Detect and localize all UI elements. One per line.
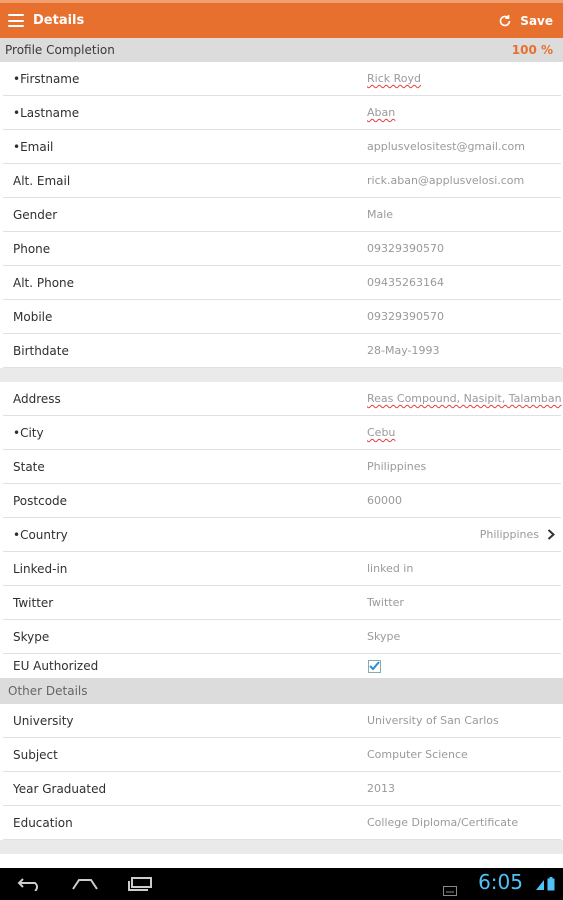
field-phone[interactable]: Phone 09329390570	[3, 232, 561, 266]
recent-apps-button[interactable]	[115, 868, 165, 900]
field-value-input[interactable]: linked in	[367, 562, 413, 575]
field-value-input[interactable]: College Diploma/Certificate	[367, 816, 518, 829]
field-value-input[interactable]: Cebu	[367, 426, 395, 439]
field-twitter[interactable]: Twitter Twitter	[3, 586, 561, 620]
field-value-input[interactable]: 60000	[367, 494, 402, 507]
field-country[interactable]: •Country Philippines	[3, 518, 561, 552]
action-bar: Details Save	[0, 0, 563, 38]
field-value-input[interactable]: Aban	[367, 106, 395, 119]
field-label: Phone	[13, 241, 51, 256]
field-value-input[interactable]: 28-May-1993	[367, 344, 439, 357]
field-value-input[interactable]: rick.aban@applusvelosi.com	[367, 174, 524, 187]
field-alt-phone[interactable]: Alt. Phone 09435263164	[3, 266, 561, 300]
field-skype[interactable]: Skype Skype	[3, 620, 561, 654]
section-divider	[0, 840, 563, 854]
field-value-input[interactable]: Computer Science	[367, 748, 468, 761]
field-state[interactable]: State Philippines	[3, 450, 561, 484]
field-address[interactable]: Address Reas Compound, Nasipit, Talamban	[3, 382, 562, 416]
field-education[interactable]: Education College Diploma/Certificate	[3, 806, 561, 840]
system-nav-bar: 6:05	[0, 868, 563, 900]
field-gender[interactable]: Gender Male	[3, 198, 561, 232]
back-button[interactable]	[5, 868, 55, 900]
field-label: State	[13, 459, 45, 474]
save-button[interactable]: Save	[498, 14, 553, 28]
field-value-input[interactable]: 09435263164	[367, 276, 444, 289]
other-details-header: Other Details	[0, 678, 563, 704]
field-eu-authorized[interactable]: EU Authorized	[3, 654, 561, 678]
field-label: Alt. Phone	[13, 275, 75, 290]
field-value: Philippines	[479, 528, 539, 541]
field-label: Address	[13, 391, 61, 406]
field-mobile[interactable]: Mobile 09329390570	[3, 300, 561, 334]
menu-icon[interactable]	[8, 14, 24, 27]
country-selector[interactable]: Philippines	[480, 528, 555, 541]
clock: 6:05	[478, 870, 523, 894]
eu-authorized-checkbox[interactable]	[368, 659, 381, 673]
field-label: •Email	[13, 139, 54, 154]
field-label: Birthdate	[13, 343, 69, 358]
field-email[interactable]: •Email applusvelositest@gmail.com	[3, 130, 561, 164]
field-value-input[interactable]: University of San Carlos	[367, 714, 499, 727]
field-value-input[interactable]: Rick Royd	[367, 72, 421, 85]
field-postcode[interactable]: Postcode 60000	[3, 484, 561, 518]
save-label: Save	[520, 13, 553, 28]
field-city[interactable]: •City Cebu	[3, 416, 561, 450]
profile-completion-percent: 100 %	[511, 43, 553, 57]
section-divider	[0, 368, 563, 382]
home-button[interactable]	[60, 868, 110, 900]
field-label: Alt. Email	[13, 173, 71, 188]
field-value-input[interactable]: Twitter	[367, 596, 404, 609]
field-label: Gender	[13, 207, 58, 222]
field-label: Twitter	[13, 595, 54, 610]
field-value-input[interactable]: applusvelositest@gmail.com	[367, 140, 525, 153]
field-label: •Lastname	[13, 105, 80, 120]
field-label: •City	[13, 425, 44, 440]
field-value-input[interactable]: Male	[367, 208, 393, 221]
keyboard-icon	[443, 881, 457, 900]
page-title: Details	[33, 13, 85, 28]
field-year-graduated[interactable]: Year Graduated 2013	[3, 772, 561, 806]
field-value-input[interactable]: 2013	[367, 782, 395, 795]
field-alt-email[interactable]: Alt. Email rick.aban@applusvelosi.com	[3, 164, 561, 198]
field-value-input[interactable]: 09329390570	[367, 310, 444, 323]
wifi-icon	[536, 876, 544, 895]
field-label: Linked-in	[13, 561, 68, 576]
field-value-input[interactable]: Skype	[367, 630, 400, 643]
list-item-partial	[3, 854, 561, 868]
field-value-input[interactable]: Reas Compound, Nasipit, Talamban	[367, 392, 562, 405]
field-linkedin[interactable]: Linked-in linked in	[3, 552, 561, 586]
check-icon	[368, 659, 381, 673]
field-label: Subject	[13, 747, 58, 762]
chevron-right-icon	[547, 529, 555, 540]
field-label: EU Authorized	[13, 659, 99, 673]
profile-completion-label: Profile Completion	[5, 43, 115, 57]
field-birthdate[interactable]: Birthdate 28-May-1993	[3, 334, 561, 368]
field-label: •Country	[13, 527, 68, 542]
field-value-input[interactable]: 09329390570	[367, 242, 444, 255]
field-label: Year Graduated	[13, 781, 107, 796]
field-label: Postcode	[13, 493, 68, 508]
refresh-icon	[498, 14, 512, 28]
field-label: Mobile	[13, 309, 53, 324]
section-title: Other Details	[8, 684, 88, 698]
field-firstname[interactable]: •Firstname Rick Royd	[3, 62, 561, 96]
field-label: Skype	[13, 629, 50, 644]
field-lastname[interactable]: •Lastname Aban	[3, 96, 561, 130]
field-label: Education	[13, 815, 73, 830]
profile-completion-bar: Profile Completion 100 %	[0, 38, 563, 62]
field-label: •Firstname	[13, 71, 80, 86]
field-subject[interactable]: Subject Computer Science	[3, 738, 561, 772]
field-value-input[interactable]: Philippines	[367, 460, 426, 473]
field-label: University	[13, 713, 74, 728]
status-icons	[536, 876, 555, 895]
field-university[interactable]: University University of San Carlos	[3, 704, 561, 738]
battery-icon	[547, 876, 555, 895]
